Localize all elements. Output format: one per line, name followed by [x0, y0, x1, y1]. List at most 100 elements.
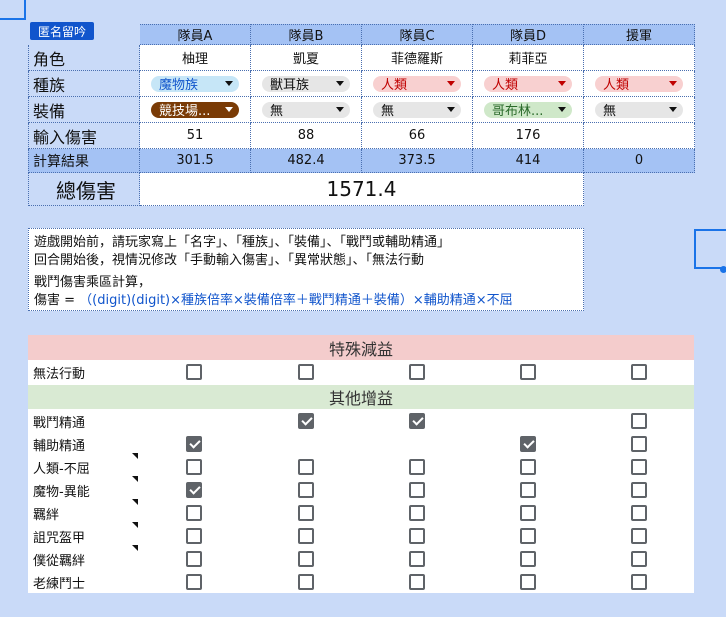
checkbox[interactable]: [631, 436, 647, 452]
note-indicator-icon: [132, 476, 138, 482]
checkbox[interactable]: [186, 505, 202, 521]
equip-cell-c[interactable]: 無: [362, 97, 473, 123]
checkbox[interactable]: [298, 413, 314, 429]
note-indicator-icon: [132, 522, 138, 528]
equip-value-d: 哥布林...: [492, 104, 544, 119]
cell-selector-icon[interactable]: [0, 0, 26, 20]
checkbox[interactable]: [186, 364, 202, 380]
role-cell-a[interactable]: 柚理: [140, 45, 251, 71]
checkbox[interactable]: [631, 551, 647, 567]
role-cell-b[interactable]: 凱夏: [251, 45, 362, 71]
equip-dropdown-reinforcement[interactable]: 無: [595, 101, 683, 119]
instruction-line-3: 戰鬥傷害乘區計算，: [34, 275, 152, 290]
dropdown-arrow-icon: [447, 107, 455, 112]
damage-input-c[interactable]: 66: [362, 123, 473, 149]
instructions-box: 遊戲開始前，請玩家寫上「名字」、「種族」、「裝備」、「戰鬥或輔助精通」 回合開始…: [28, 228, 584, 311]
race-cell-b[interactable]: 獸耳族: [251, 71, 362, 97]
role-cell-d[interactable]: 莉菲亞: [473, 45, 584, 71]
checkbox[interactable]: [631, 505, 647, 521]
equip-dropdown-a[interactable]: 競技場...: [151, 101, 239, 119]
col-header-c: 隊員C: [362, 24, 473, 45]
checkbox[interactable]: [409, 551, 425, 567]
checkbox[interactable]: [409, 364, 425, 380]
row-label-result: 計算結果: [28, 149, 140, 173]
race-cell-reinforcement[interactable]: 人類: [584, 71, 695, 97]
checkbox[interactable]: [298, 505, 314, 521]
role-cell-c[interactable]: 菲德羅斯: [362, 45, 473, 71]
checkbox[interactable]: [520, 436, 536, 452]
race-cell-d[interactable]: 人類: [473, 71, 584, 97]
col-header-b: 隊員B: [251, 24, 362, 45]
damage-formula: 傷害 = （(digit)(digit)×種族倍率×裝備倍率＋戰鬥精通＋裝備）×…: [34, 292, 583, 310]
result-cell-c: 373.5: [362, 149, 473, 173]
checkbox[interactable]: [520, 459, 536, 475]
dropdown-arrow-icon: [336, 107, 344, 112]
equip-cell-reinforcement[interactable]: 無: [584, 97, 695, 123]
checkbox[interactable]: [186, 436, 202, 452]
checkbox[interactable]: [186, 459, 202, 475]
race-value-a: 魔物族: [159, 78, 199, 93]
damage-input-b[interactable]: 88: [251, 123, 362, 149]
checkbox[interactable]: [409, 528, 425, 544]
checkbox[interactable]: [631, 482, 647, 498]
checkbox[interactable]: [186, 528, 202, 544]
dropdown-arrow-icon: [558, 81, 566, 86]
equip-cell-b[interactable]: 無: [251, 97, 362, 123]
checkbox[interactable]: [520, 482, 536, 498]
note-indicator-icon: [132, 499, 138, 505]
instruction-line-1: 遊戲開始前，請玩家寫上「名字」、「種族」、「裝備」、「戰鬥或輔助精通」: [34, 235, 451, 250]
checkbox[interactable]: [631, 574, 647, 590]
total-damage-value: 1571.4: [140, 173, 584, 206]
selection-handle-icon[interactable]: [694, 229, 726, 269]
checkbox[interactable]: [298, 364, 314, 380]
damage-input-a[interactable]: 51: [140, 123, 251, 149]
checkbox[interactable]: [298, 574, 314, 590]
race-dropdown-c[interactable]: 人類: [373, 75, 461, 93]
equip-cell-d[interactable]: 哥布林...: [473, 97, 584, 123]
equip-cell-a[interactable]: 競技場...: [140, 97, 251, 123]
checkbox[interactable]: [409, 413, 425, 429]
dropdown-arrow-icon: [336, 81, 344, 86]
race-value-d: 人類: [492, 78, 519, 93]
debuff-section-title: 特殊減益: [28, 335, 694, 360]
equip-dropdown-d[interactable]: 哥布林...: [484, 101, 572, 119]
checkbox[interactable]: [298, 528, 314, 544]
race-cell-c[interactable]: 人類: [362, 71, 473, 97]
result-cell-a: 301.5: [140, 149, 251, 173]
status-label: 魔物-異能: [33, 485, 90, 500]
checkbox[interactable]: [520, 505, 536, 521]
checkbox[interactable]: [409, 482, 425, 498]
checkbox[interactable]: [298, 482, 314, 498]
equip-value-c: 無: [381, 104, 395, 119]
checkbox[interactable]: [631, 413, 647, 429]
race-dropdown-a[interactable]: 魔物族: [151, 75, 239, 93]
checkbox[interactable]: [298, 459, 314, 475]
race-dropdown-b[interactable]: 獸耳族: [262, 75, 350, 93]
equip-dropdown-b[interactable]: 無: [262, 101, 350, 119]
checkbox[interactable]: [186, 482, 202, 498]
checkbox[interactable]: [298, 551, 314, 567]
dropdown-arrow-icon: [669, 107, 677, 112]
fill-handle-icon[interactable]: [720, 266, 726, 273]
race-dropdown-reinforcement[interactable]: 人類: [595, 75, 683, 93]
row-label-input-damage: 輸入傷害: [28, 123, 140, 149]
checkbox[interactable]: [631, 364, 647, 380]
checkbox[interactable]: [409, 574, 425, 590]
checkbox[interactable]: [409, 459, 425, 475]
checkbox[interactable]: [186, 574, 202, 590]
damage-input-reinforcement[interactable]: [584, 123, 695, 149]
checkbox[interactable]: [520, 574, 536, 590]
checkbox[interactable]: [409, 505, 425, 521]
checkbox[interactable]: [631, 459, 647, 475]
checkbox[interactable]: [186, 551, 202, 567]
checkbox[interactable]: [520, 364, 536, 380]
instruction-line-2: 回合開始後，視情況修改「手動輸入傷害」、「異常狀態」、「無法行動: [34, 253, 425, 268]
checkbox[interactable]: [520, 528, 536, 544]
race-cell-a[interactable]: 魔物族: [140, 71, 251, 97]
checkbox[interactable]: [631, 528, 647, 544]
damage-input-d[interactable]: 176: [473, 123, 584, 149]
equip-dropdown-c[interactable]: 無: [373, 101, 461, 119]
role-cell-reinforcement[interactable]: [584, 45, 695, 71]
checkbox[interactable]: [520, 551, 536, 567]
race-dropdown-d[interactable]: 人類: [484, 75, 572, 93]
